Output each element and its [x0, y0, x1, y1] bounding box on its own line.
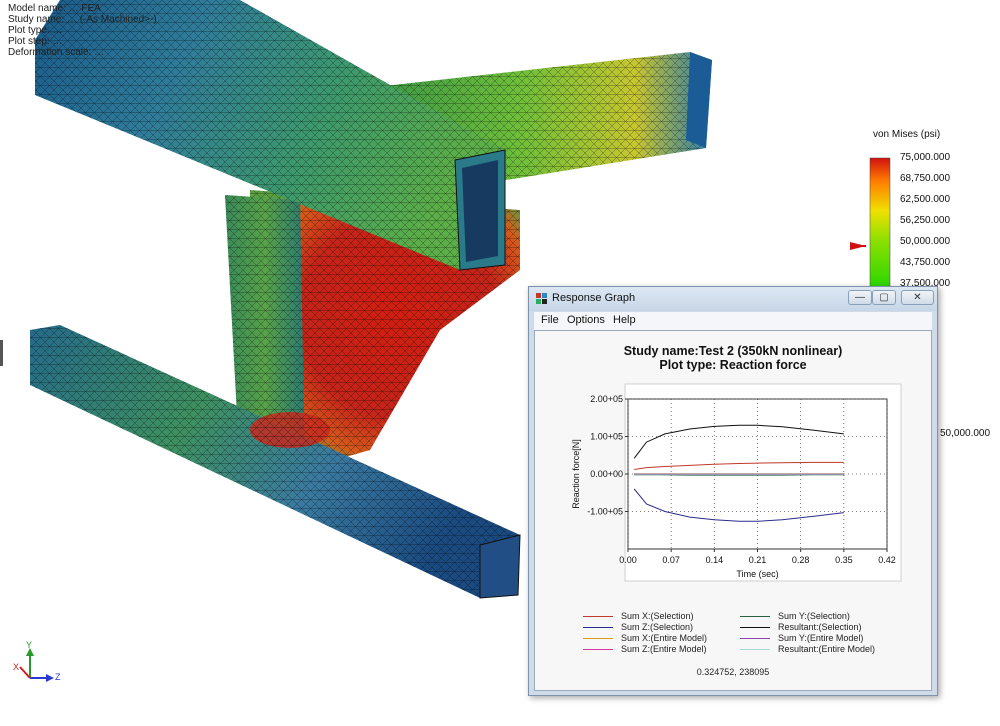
x-tick-label: 0.28 — [792, 555, 810, 565]
header-deformation-scale: Deformation scale: … — [8, 47, 104, 58]
header-plot-step: Plot step: … — [8, 36, 62, 47]
legend-tick: 68,750.000 — [900, 173, 950, 184]
response-graph-window[interactable]: Response Graph — ▢ ✕ File Options Help S… — [528, 286, 938, 696]
triad-x-label: X — [13, 662, 19, 672]
legend-item-sum-z-selection: Sum Z:(Selection) — [583, 622, 693, 632]
reaction-force-chart: 0.00 0.07 0.14 0.21 0.28 0.35 0.42 2.00+05 1.00+… — [535, 379, 931, 604]
header-study-name: Study name: … (-As Machined>-) — [8, 14, 157, 25]
y-tick-label: -1.00+05 — [587, 507, 623, 517]
x-tick-label: 0.07 — [662, 555, 680, 565]
legend-title: von Mises (psi) — [873, 129, 940, 140]
legend-tick: 43,750.000 — [900, 257, 950, 268]
legend-item-sum-z-entire: Sum Z:(Entire Model) — [583, 644, 707, 654]
triad-z-label: Z — [55, 672, 61, 682]
legend-item-resultant-entire: Resultant:(Entire Model) — [740, 644, 875, 654]
legend-label: Sum X:(Selection) — [621, 611, 694, 621]
window-titlebar[interactable]: Response Graph — ▢ ✕ — [529, 287, 937, 311]
legend-swatch — [740, 616, 770, 617]
header-model-name: Model name: … FEA — [8, 3, 101, 14]
legend-tick: 56,250.000 — [900, 215, 950, 226]
x-tick-label: 0.14 — [706, 555, 724, 565]
legend-item-sum-x-entire: Sum X:(Entire Model) — [583, 633, 707, 643]
legend-tick-partial: 50,000.000 — [940, 428, 990, 439]
y-axis-label: Reaction force[N] — [571, 439, 581, 509]
cursor-coordinates: 0.324752, 238095 — [535, 667, 931, 677]
legend-label: Resultant:(Entire Model) — [778, 644, 875, 654]
graph-client-area: Study name:Test 2 (350kN nonlinear) Plot… — [534, 330, 932, 691]
x-axis-label: Time (sec) — [736, 569, 778, 579]
legend-label: Sum X:(Entire Model) — [621, 633, 707, 643]
legend-item-sum-y-selection: Sum Y:(Selection) — [740, 611, 850, 621]
chart-title: Study name:Test 2 (350kN nonlinear) — [535, 344, 931, 358]
legend-swatch — [583, 616, 613, 617]
legend-tick: 62,500.000 — [900, 194, 950, 205]
axis-triad — [20, 648, 54, 682]
legend-swatch — [583, 627, 613, 628]
legend-tick: 50,000.000 — [900, 236, 950, 247]
legend-swatch — [583, 638, 613, 639]
legend-swatch — [740, 627, 770, 628]
legend-label: Sum Z:(Entire Model) — [621, 644, 707, 654]
triad-y-label: Y — [26, 640, 32, 650]
chart-subtitle: Plot type: Reaction force — [535, 358, 931, 372]
x-tick-label: 0.42 — [878, 555, 896, 565]
y-tick-label: 1.00+05 — [590, 432, 623, 442]
legend-swatch — [583, 649, 613, 650]
menu-file[interactable]: File — [541, 314, 559, 326]
legend-label: Sum Z:(Selection) — [621, 622, 693, 632]
legend-label: Sum Y:(Selection) — [778, 611, 850, 621]
y-tick-label: 2.00+05 — [590, 394, 623, 404]
x-tick-label: 0.21 — [749, 555, 767, 565]
legend-label: Sum Y:(Entire Model) — [778, 633, 863, 643]
minimize-button[interactable]: — — [848, 290, 872, 305]
menu-options[interactable]: Options — [567, 314, 605, 326]
close-button[interactable]: ✕ — [901, 290, 934, 305]
x-tick-label: 0.00 — [619, 555, 637, 565]
y-tick-label: 0.00+00 — [590, 469, 623, 479]
legend-item-sum-y-entire: Sum Y:(Entire Model) — [740, 633, 863, 643]
legend-item-sum-x-selection: Sum X:(Selection) — [583, 611, 694, 621]
menu-bar: File Options Help — [534, 312, 932, 330]
header-plot-type: Plot type: … — [8, 25, 62, 36]
legend-swatch — [740, 649, 770, 650]
legend-label: Resultant:(Selection) — [778, 622, 862, 632]
window-title: Response Graph — [552, 292, 635, 304]
menu-help[interactable]: Help — [613, 314, 636, 326]
x-tick-label: 0.35 — [835, 555, 853, 565]
legend-swatch — [740, 638, 770, 639]
legend-item-resultant-selection: Resultant:(Selection) — [740, 622, 862, 632]
app-icon — [535, 292, 548, 305]
maximize-button[interactable]: ▢ — [872, 290, 896, 305]
legend-tick: 75,000.000 — [900, 152, 950, 163]
